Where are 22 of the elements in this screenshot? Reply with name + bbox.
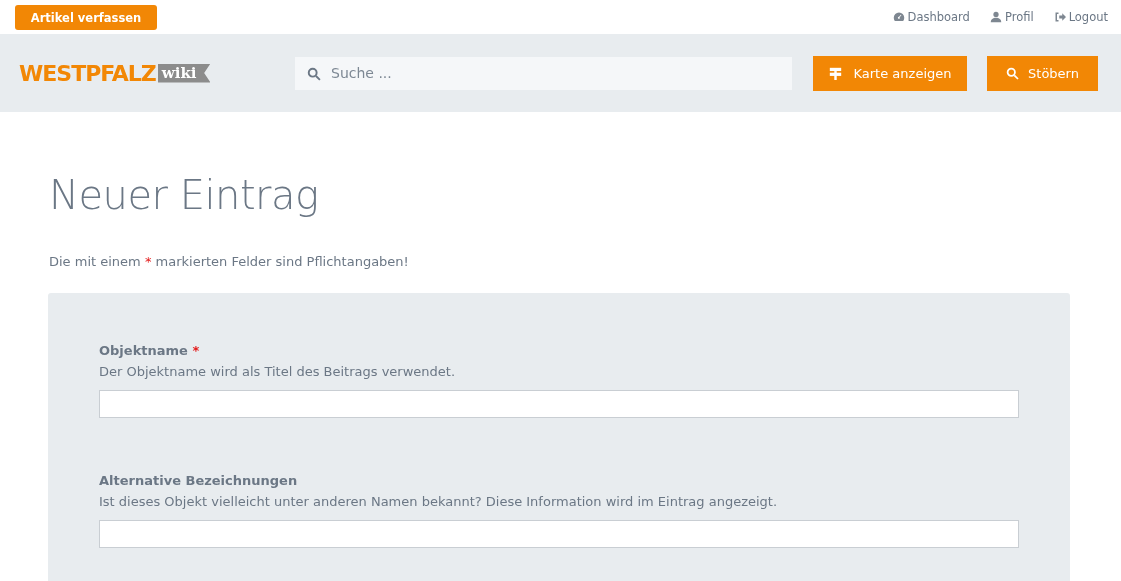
search-icon xyxy=(1006,66,1020,80)
field-label: Objektname * xyxy=(99,343,201,358)
browse-button[interactable]: Stöbern xyxy=(987,55,1098,91)
search-field[interactable]: Suche ... xyxy=(295,56,792,90)
write-article-button[interactable]: Artikel verfassen xyxy=(15,5,157,30)
text-input-field[interactable] xyxy=(99,390,1019,418)
dashboard-link[interactable]: Dashboard xyxy=(892,10,970,24)
page-title: Neuer Eintrag xyxy=(49,172,320,218)
field-label: Alternative Bezeichnungen xyxy=(99,473,299,488)
field-hint: Ist dieses Objekt vielleicht unter anderen Namen bekannt? Diese Information wird im Eintrag angezeigt. xyxy=(99,494,779,509)
logout-icon xyxy=(1053,11,1066,23)
text-input-field[interactable] xyxy=(99,520,1019,548)
required-fields-note: Die mit einem * markierten Felder sind Pflichtangaben! xyxy=(49,254,410,269)
logout-link[interactable]: Logout xyxy=(1053,10,1108,24)
user-icon xyxy=(989,11,1002,23)
dashboard-icon xyxy=(892,11,905,23)
field-hint: Der Objektname wird als Titel des Beitrags verwendet. xyxy=(99,364,457,379)
logo-tag: wiki xyxy=(157,63,211,83)
profile-link[interactable]: Profil xyxy=(989,10,1034,24)
show-map-button[interactable]: Karte anzeigen xyxy=(813,55,967,91)
logo-wordmark: WESTPFALZ xyxy=(19,60,156,86)
signpost-icon xyxy=(828,66,842,80)
